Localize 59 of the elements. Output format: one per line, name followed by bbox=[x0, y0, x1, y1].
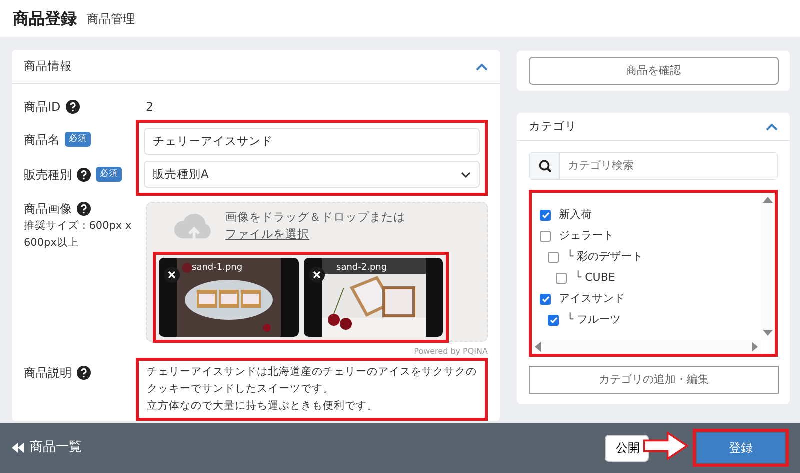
field-label: 商品ID bbox=[24, 99, 61, 116]
drop-instruction: 画像をドラッグ＆ドロップまたは ファイルを選択 bbox=[226, 209, 407, 244]
scroll-down-icon[interactable] bbox=[763, 329, 773, 337]
category-label: └ CUBE bbox=[575, 270, 616, 286]
chevron-down-icon bbox=[461, 172, 471, 178]
field-label: 販売種別 bbox=[24, 166, 72, 184]
help-icon[interactable] bbox=[66, 100, 80, 114]
collapse-icon[interactable] bbox=[476, 62, 488, 70]
credit-text: Powered by PQINA bbox=[413, 346, 488, 358]
page-title: 商品登録 bbox=[13, 8, 77, 30]
drop-zone[interactable]: 画像をドラッグ＆ドロップまたは ファイルを選択 sand-1.png sand-2.png bbox=[146, 202, 488, 342]
description-text: チェリーアイスサンドは北海道産のチェリーのアイスをサクサクのクッキーでサンドしたスイーツです。 bbox=[147, 365, 477, 397]
panel-title: カテゴリ bbox=[529, 118, 577, 135]
close-icon[interactable] bbox=[308, 266, 324, 282]
checkbox[interactable] bbox=[548, 315, 559, 326]
required-badge: 必須 bbox=[96, 167, 122, 182]
search-icon bbox=[538, 160, 550, 172]
field-label: 商品画像 bbox=[24, 201, 72, 218]
scrollbar[interactable] bbox=[761, 193, 775, 340]
category-label: アイスサンド bbox=[559, 291, 625, 308]
scroll-right-icon[interactable] bbox=[751, 342, 759, 352]
field-label: 商品説明 bbox=[24, 365, 72, 382]
checkbox[interactable] bbox=[548, 252, 559, 263]
collapse-icon[interactable] bbox=[766, 122, 778, 130]
panel-title: 商品情報 bbox=[24, 58, 72, 75]
file-name: sand-2.png bbox=[336, 262, 388, 274]
rewind-icon bbox=[12, 443, 24, 453]
description-text: 立方体なので大量に持ち運ぶときも便利です。 bbox=[147, 399, 379, 414]
scroll-left-icon[interactable] bbox=[534, 342, 542, 352]
category-label: 新入荷 bbox=[559, 207, 592, 224]
category-label: └ 彩のデザート bbox=[567, 249, 644, 266]
file-name: sand-1.png bbox=[192, 262, 243, 274]
checkbox[interactable] bbox=[556, 273, 567, 284]
scroll-up-icon[interactable] bbox=[763, 196, 773, 204]
category-edit-button[interactable]: カテゴリの追加・編集 bbox=[529, 366, 779, 394]
confirm-button[interactable]: 商品を確認 bbox=[528, 57, 778, 85]
file-select-link[interactable]: ファイルを選択 bbox=[226, 227, 310, 242]
description-field[interactable]: チェリーアイスサンドは北海道産のチェリーのアイスをサクサクのクッキーでサンドしたスイーツです。 立方体なので大量に持ち運ぶときも便利です。 bbox=[136, 358, 488, 421]
size-note: 推奨サイズ : 600px x 600px以上 bbox=[24, 219, 133, 251]
help-icon[interactable] bbox=[77, 202, 91, 216]
field-label: 商品名 bbox=[24, 132, 60, 148]
search-field[interactable]: カテゴリ検索 bbox=[529, 152, 778, 180]
name-field[interactable]: チェリーアイスサンド bbox=[144, 128, 480, 155]
publish-button[interactable]: 公開 bbox=[605, 434, 649, 462]
back-link[interactable]: 商品一覧 bbox=[12, 438, 82, 458]
checkbox[interactable] bbox=[540, 294, 551, 305]
type-select[interactable]: 販売種別A bbox=[144, 161, 480, 188]
category-label: └ フルーツ bbox=[567, 312, 622, 328]
close-icon[interactable] bbox=[164, 266, 180, 282]
field-value: 2 bbox=[146, 99, 154, 116]
register-button[interactable]: 登録 bbox=[697, 433, 785, 463]
help-icon[interactable] bbox=[77, 366, 91, 380]
breadcrumb: 商品管理 bbox=[87, 10, 135, 28]
category-label: ジェラート bbox=[559, 228, 614, 244]
required-badge: 必須 bbox=[65, 132, 91, 147]
checkbox[interactable] bbox=[540, 210, 551, 221]
checkbox[interactable] bbox=[540, 231, 551, 242]
scrollbar[interactable] bbox=[532, 340, 761, 354]
help-icon[interactable] bbox=[77, 168, 91, 182]
